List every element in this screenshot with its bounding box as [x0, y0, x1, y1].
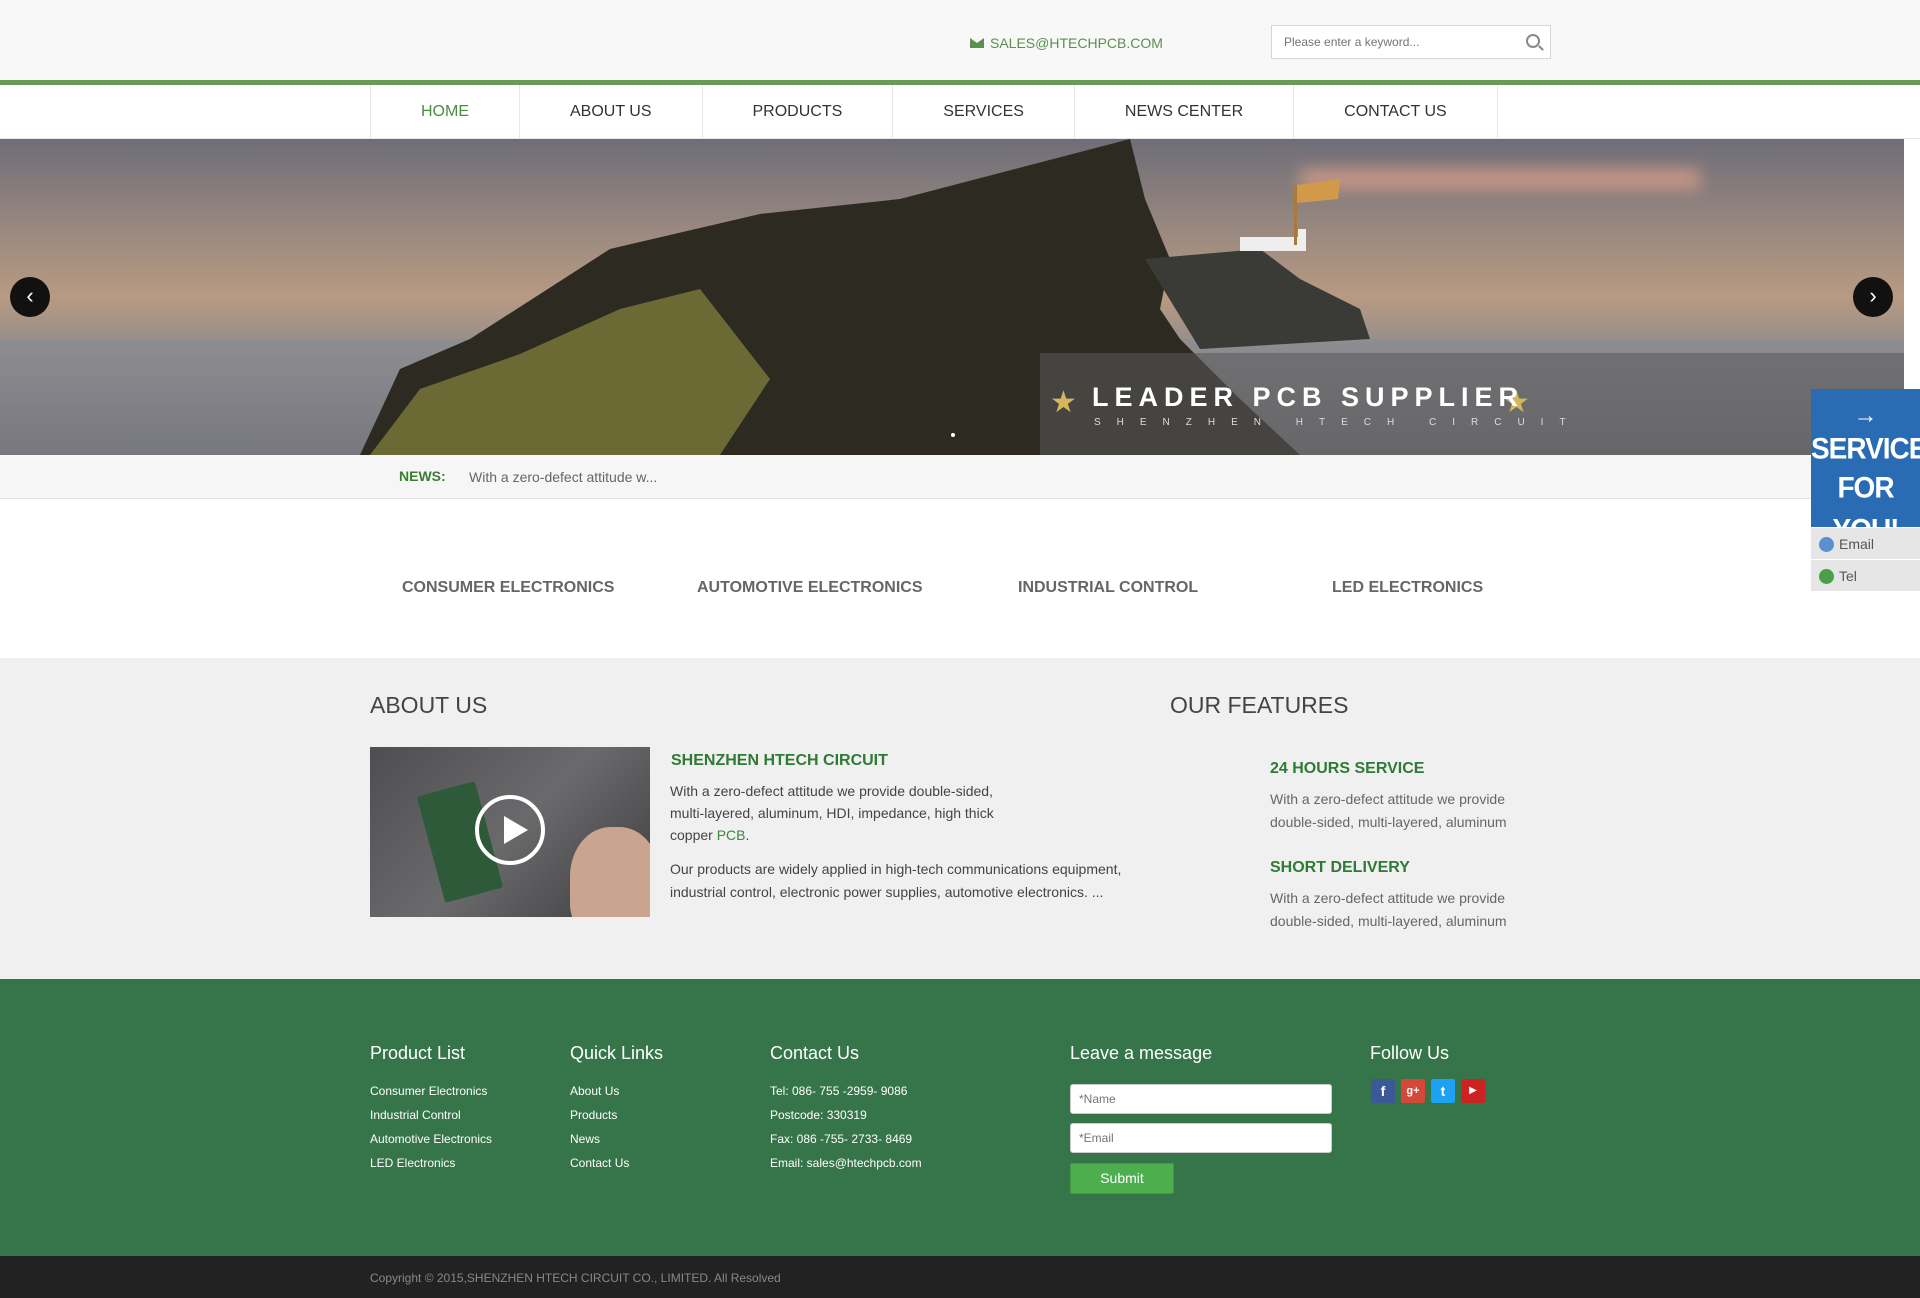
- contact-fax: Fax: 086 -755- 2733- 8469: [770, 1132, 913, 1146]
- contact-tel: Tel: 086- 755 -2959- 9086: [770, 1084, 908, 1098]
- category-row: CONSUMER ELECTRONICS AUTOMOTIVE ELECTRON…: [0, 499, 1920, 658]
- search-input[interactable]: [1272, 26, 1512, 58]
- nav-products[interactable]: PRODUCTS: [703, 85, 894, 139]
- footer-link[interactable]: Industrial Control: [370, 1103, 492, 1127]
- top-header: SALES@HTECHPCB.COM: [0, 0, 1920, 80]
- person-image: [570, 827, 650, 917]
- footer-link[interactable]: LED Electronics: [370, 1151, 492, 1175]
- carousel-next-button[interactable]: ›: [1853, 277, 1893, 317]
- footer-link[interactable]: Automotive Electronics: [370, 1127, 492, 1151]
- star-icon: ★: [1050, 386, 1077, 419]
- footer-link[interactable]: News: [570, 1127, 629, 1151]
- phone-icon: [1819, 569, 1834, 584]
- footer-link[interactable]: About Us: [570, 1079, 629, 1103]
- banner-subtitle: SHENZHEN HTECH CIRCUIT: [1094, 417, 1582, 428]
- arrow-right-icon[interactable]: →: [1811, 403, 1920, 429]
- carousel-indicator[interactable]: [951, 433, 955, 437]
- widget-tel-button[interactable]: Tel: [1811, 559, 1920, 591]
- quick-links-title: Quick Links: [570, 1043, 664, 1063]
- footer-link[interactable]: Contact Us: [570, 1151, 629, 1175]
- facebook-icon[interactable]: f: [1371, 1079, 1395, 1103]
- feature-description: With a zero-defect attitude we provide d…: [1270, 791, 1507, 830]
- category-automotive-electronics[interactable]: AUTOMOTIVE ELECTRONICS: [697, 579, 923, 597]
- product-list-title: Product List: [370, 1043, 466, 1063]
- submit-button[interactable]: Submit: [1070, 1163, 1174, 1194]
- email-input[interactable]: [1070, 1123, 1332, 1153]
- hero-banner: ★ ★ LEADER PCB SUPPLIER SHENZHEN HTECH C…: [0, 139, 1904, 455]
- about-title: ABOUT US: [370, 692, 488, 718]
- contact-email[interactable]: Email: sales@htechpcb.com: [770, 1151, 922, 1175]
- about-section: ABOUT US SHENZHEN HTECH CIRCUIT With a z…: [0, 658, 1920, 979]
- header-email-text: SALES@HTECHPCB.COM: [990, 35, 1163, 51]
- message-title: Leave a message: [1070, 1043, 1213, 1063]
- category-led-electronics[interactable]: LED ELECTRONICS: [1332, 579, 1483, 597]
- footer-link[interactable]: Consumer Electronics: [370, 1079, 492, 1103]
- widget-tel-label: Tel: [1839, 568, 1857, 584]
- widget-email-label: Email: [1839, 536, 1875, 552]
- carousel-prev-button[interactable]: ‹: [10, 277, 50, 317]
- nav-home[interactable]: HOME: [371, 85, 520, 139]
- features-title: OUR FEATURES: [1170, 692, 1349, 718]
- name-input[interactable]: [1070, 1084, 1332, 1114]
- category-industrial-control[interactable]: INDUSTRIAL CONTROL: [1018, 579, 1198, 597]
- news-label: NEWS:: [399, 468, 446, 484]
- contact-postcode: Postcode: 330319: [770, 1108, 867, 1122]
- play-icon[interactable]: [475, 795, 545, 865]
- nav-contact-us[interactable]: CONTACT US: [1294, 85, 1498, 139]
- feature-title: 24 HOURS SERVICE: [1270, 760, 1425, 777]
- quick-links-list: About Us Products News Contact Us: [570, 1079, 629, 1175]
- youtube-icon[interactable]: ▶: [1461, 1079, 1485, 1103]
- contact-title: Contact Us: [770, 1043, 860, 1063]
- pcb-link[interactable]: PCB: [717, 827, 746, 843]
- news-ticker: NEWS: With a zero-defect attitude w...: [0, 455, 1920, 499]
- about-paragraph-2: Our products are widely applied in high-…: [670, 861, 1122, 900]
- about-paragraph-1: With a zero-defect attitude we provide d…: [670, 780, 1010, 846]
- copyright-text: Copyright © 2015,SHENZHEN HTECH CIRCUIT …: [370, 1271, 781, 1285]
- feature-description: With a zero-defect attitude we provide d…: [1270, 890, 1507, 929]
- service-panel[interactable]: → SERVICE FOR YOU!: [1811, 389, 1920, 546]
- search-box: [1271, 25, 1551, 59]
- category-consumer-electronics[interactable]: CONSUMER ELECTRONICS: [402, 579, 614, 597]
- twitter-icon[interactable]: t: [1431, 1079, 1455, 1103]
- service-line-1: SERVICE: [1811, 432, 1920, 465]
- nav-services[interactable]: SERVICES: [893, 85, 1075, 139]
- nav-news-center[interactable]: NEWS CENTER: [1075, 85, 1295, 139]
- contact-list: Tel: 086- 755 -2959- 9086 Postcode: 3303…: [770, 1079, 922, 1175]
- company-name: SHENZHEN HTECH CIRCUIT: [671, 752, 888, 769]
- main-nav: HOME ABOUT US PRODUCTS SERVICES NEWS CEN…: [0, 85, 1920, 139]
- envelope-icon: [970, 38, 984, 48]
- service-widget: → SERVICE FOR YOU! Email Tel: [1811, 389, 1920, 591]
- news-headline-link[interactable]: With a zero-defect attitude w...: [469, 469, 657, 485]
- footer-link[interactable]: Products: [570, 1103, 629, 1127]
- google-plus-icon[interactable]: g+: [1401, 1079, 1425, 1103]
- nav-about-us[interactable]: ABOUT US: [520, 85, 703, 139]
- widget-email-button[interactable]: Email: [1811, 527, 1920, 559]
- site-footer: Product List Consumer Electronics Indust…: [0, 979, 1920, 1256]
- about-p1-end: .: [745, 827, 750, 843]
- email-icon: [1819, 537, 1834, 552]
- product-list: Consumer Electronics Industrial Control …: [370, 1079, 492, 1175]
- banner-title: LEADER PCB SUPPLIER: [1092, 382, 1525, 412]
- header-email-link[interactable]: SALES@HTECHPCB.COM: [970, 35, 1163, 51]
- feature-title: SHORT DELIVERY: [1270, 859, 1410, 876]
- search-icon[interactable]: [1526, 34, 1540, 48]
- follow-title: Follow Us: [1370, 1043, 1450, 1063]
- about-video[interactable]: [370, 747, 650, 917]
- copyright-bar: Copyright © 2015,SHENZHEN HTECH CIRCUIT …: [0, 1256, 1920, 1298]
